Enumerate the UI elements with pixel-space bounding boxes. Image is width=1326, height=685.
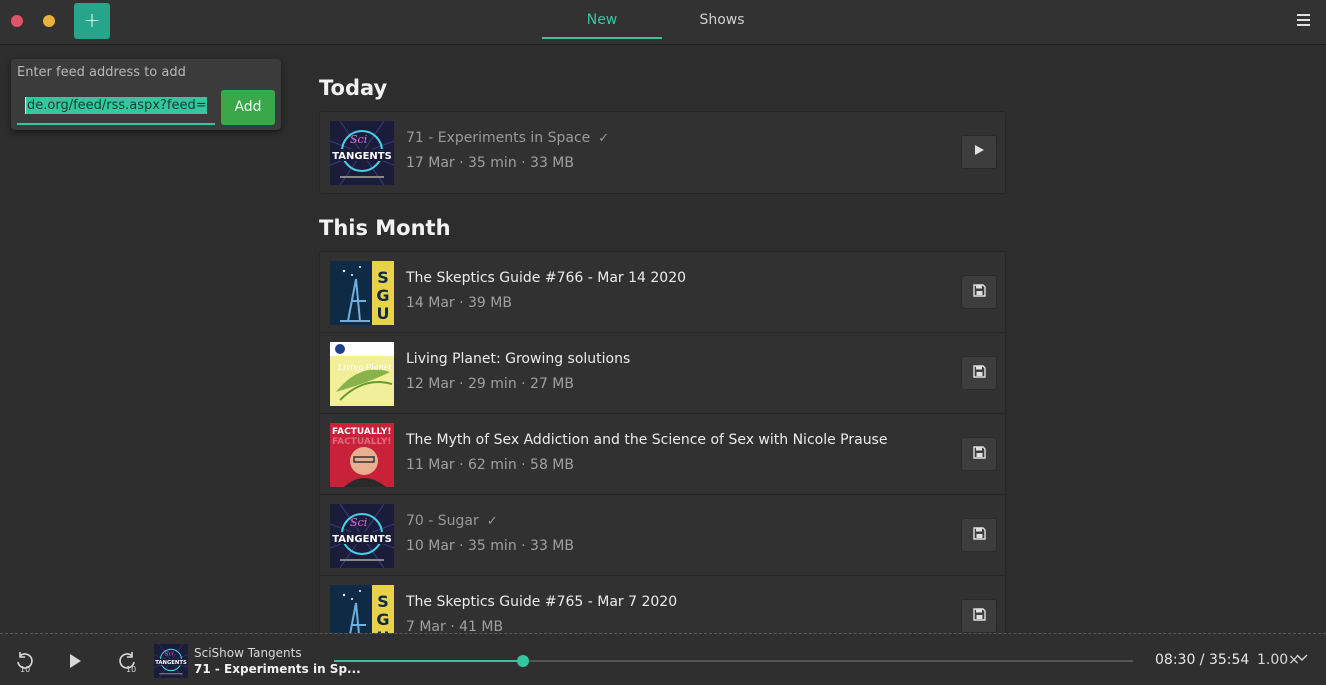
add-feed-label: Enter feed address to add: [17, 65, 186, 80]
svg-text:S: S: [377, 592, 389, 611]
feed-address-selected-text: de.org/feed/rss.aspx?feed=sgu: [25, 97, 207, 114]
episode-meta: 11 Mar · 62 min · 58 MB: [406, 457, 574, 473]
plus-icon: +: [83, 8, 101, 32]
svg-text:G: G: [376, 610, 389, 629]
episode-row[interactable]: Sci TANGENTS 71 - Experiments in Space ✓ 17 …: [320, 112, 1005, 193]
episode-artwork: Sci TANGENTS: [330, 121, 394, 185]
svg-text:FACTUALLY!: FACTUALLY!: [332, 437, 392, 447]
svg-text:TANGENTS: TANGENTS: [155, 660, 187, 666]
episode-title: 71 - Experiments in Space: [406, 130, 591, 146]
section-title-today: Today: [319, 76, 388, 100]
svg-text:G: G: [376, 286, 389, 305]
section-title-this-month: This Month: [319, 216, 451, 240]
now-playing-show: SciShow Tangents: [194, 646, 302, 660]
play-button[interactable]: [62, 648, 88, 674]
episode-row[interactable]: S G U The Skeptics Guide #766 - Mar 14 2020…: [320, 252, 1005, 333]
episode-title-wrap: The Skeptics Guide #766 - Mar 14 2020: [406, 270, 686, 286]
episode-artwork: SGU: [330, 585, 394, 633]
svg-text:U: U: [377, 304, 390, 323]
svg-text:10: 10: [126, 665, 136, 674]
svg-text:TANGENTS: TANGENTS: [332, 151, 392, 162]
episode-title-wrap: Living Planet: Growing solutions: [406, 351, 630, 367]
episode-meta: 17 Mar · 35 min · 33 MB: [406, 155, 574, 171]
episode-download-button[interactable]: [961, 437, 997, 471]
episode-title: 70 - Sugar: [406, 513, 479, 529]
episode-title: The Skeptics Guide #766 - Mar 14 2020: [406, 270, 687, 286]
episode-artwork: FACTUALLY! FACTUALLY!: [330, 423, 394, 487]
rewind-10-icon: 10: [17, 652, 33, 674]
svg-text:TANGENTS: TANGENTS: [332, 534, 392, 545]
main-content: Today Sci TANGENTS 71 - Experiments in Spa…: [0, 46, 1326, 633]
tab-shows[interactable]: Shows: [662, 0, 782, 39]
window-close-button[interactable]: [11, 15, 23, 27]
episode-title-wrap: 70 - Sugar ✓: [406, 513, 498, 529]
playback-rate[interactable]: 1.00×: [1257, 652, 1300, 668]
add-feed-confirm-button[interactable]: Add: [221, 90, 275, 125]
window-minimize-button[interactable]: [43, 15, 55, 27]
played-check-icon: ✓: [486, 514, 498, 529]
episode-row[interactable]: FACTUALLY! FACTUALLY! The Myth of Sex Addi…: [320, 414, 1005, 495]
episode-artwork: Sci TANGENTS: [330, 504, 394, 568]
episode-meta: 14 Mar · 39 MB: [406, 295, 512, 311]
episode-row[interactable]: Sci TANGENTS 70 - Sugar ✓ 10 Mar · 35 min · …: [320, 495, 1005, 576]
episode-artwork: SGU: [330, 261, 394, 325]
episode-title: The Myth of Sex Addiction and the Scienc…: [406, 432, 888, 448]
svg-text:S: S: [377, 268, 389, 287]
progress-fill: [334, 660, 524, 662]
chevron-down-icon[interactable]: [1296, 651, 1308, 666]
save-icon: [972, 364, 986, 382]
episode-play-button[interactable]: [961, 135, 997, 169]
save-icon: [972, 445, 986, 463]
svg-text:Sci: Sci: [165, 652, 174, 658]
svg-text:Sci: Sci: [350, 516, 367, 529]
svg-text:Sci: Sci: [350, 133, 367, 146]
now-playing-title: 71 - Experiments in Sp...: [194, 662, 361, 676]
episode-download-button[interactable]: [961, 518, 997, 552]
progress-knob[interactable]: [517, 655, 530, 667]
episode-download-button[interactable]: [961, 356, 997, 390]
episode-meta: 12 Mar · 29 min · 27 MB: [406, 376, 574, 392]
time-readout: 08:30 / 35:54: [1155, 652, 1250, 668]
hamburger-icon[interactable]: [1297, 14, 1310, 26]
forward-10-icon: 10: [119, 652, 136, 674]
episode-download-button[interactable]: [961, 599, 997, 633]
episode-artwork: Living Planet: [330, 342, 394, 406]
svg-text:10: 10: [20, 665, 30, 674]
play-icon: [70, 654, 81, 668]
episode-title-wrap: The Skeptics Guide #765 - Mar 7 2020: [406, 594, 677, 610]
save-icon: [972, 607, 986, 625]
forward-10-button[interactable]: 10: [114, 648, 140, 674]
episode-row[interactable]: Living Planet Living Planet: Growing solu…: [320, 333, 1005, 414]
episode-list-this-month: S G U The Skeptics Guide #766 - Mar 14 2020…: [319, 251, 1006, 633]
episode-title-wrap: 71 - Experiments in Space ✓: [406, 130, 609, 146]
episode-title-wrap: The Myth of Sex Addiction and the Scienc…: [406, 432, 887, 448]
player-bar: 10 10 Sci TANGENTS SciShow Tangents 71 - …: [0, 633, 1326, 685]
progress-slider[interactable]: [334, 655, 1133, 667]
played-check-icon: ✓: [598, 131, 610, 146]
episode-list-today: Sci TANGENTS 71 - Experiments in Space ✓ 17 …: [319, 111, 1006, 194]
play-icon: [972, 143, 986, 161]
save-icon: [972, 526, 986, 544]
svg-text:Living Planet: Living Planet: [337, 363, 392, 372]
add-feed-button[interactable]: +: [74, 3, 110, 39]
add-feed-popover: Enter feed address to add de.org/feed/rs…: [11, 59, 281, 130]
svg-text:FACTUALLY!: FACTUALLY!: [332, 427, 392, 437]
episode-meta: 7 Mar · 41 MB: [406, 619, 504, 633]
tab-new[interactable]: New: [542, 0, 662, 39]
episode-row[interactable]: SGU The Skeptics Guide #765 - Mar 7 2020 7…: [320, 576, 1005, 633]
header-bar: + New Shows: [0, 0, 1326, 45]
episode-title: Living Planet: Growing solutions: [406, 351, 631, 367]
episode-download-button[interactable]: [961, 275, 997, 309]
feed-address-input[interactable]: de.org/feed/rss.aspx?feed=sgu: [17, 89, 215, 125]
rewind-10-button[interactable]: 10: [12, 648, 38, 674]
episode-title: The Skeptics Guide #765 - Mar 7 2020: [406, 594, 678, 610]
now-playing-artwork[interactable]: Sci TANGENTS: [154, 644, 188, 678]
save-icon: [972, 283, 986, 301]
episode-meta: 10 Mar · 35 min · 33 MB: [406, 538, 574, 554]
